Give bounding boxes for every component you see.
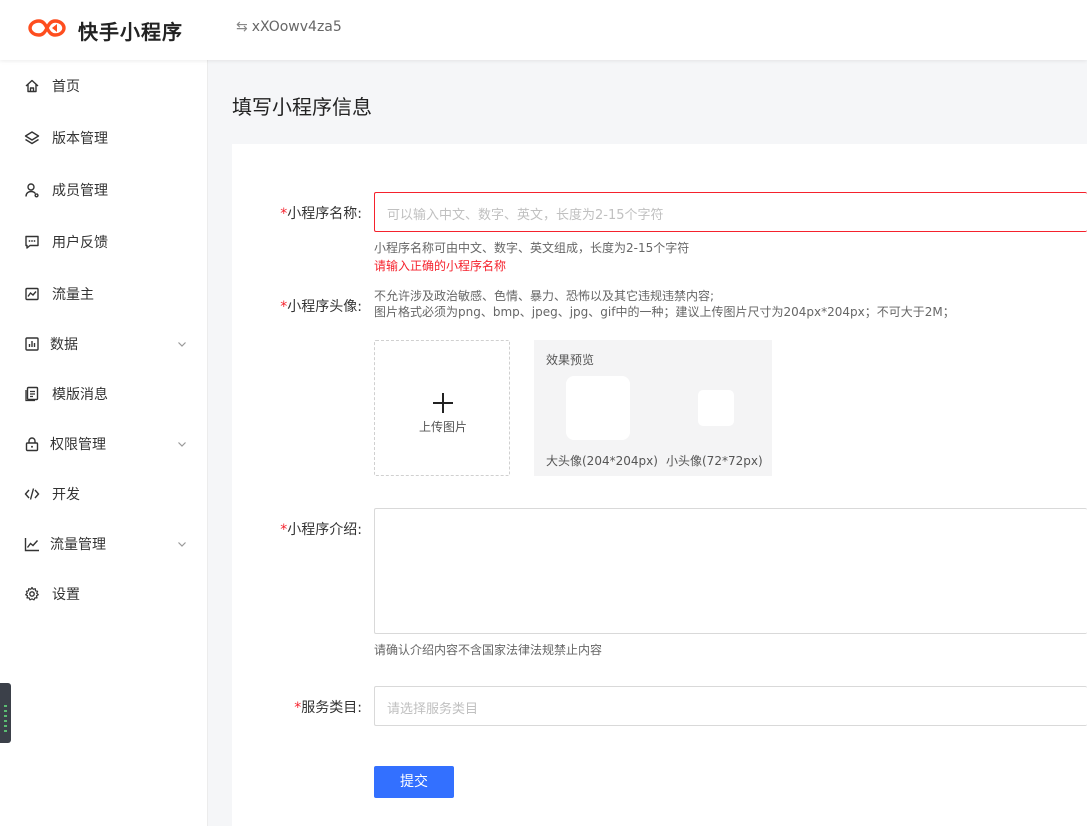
sidebar-item-label: 版本管理 [52,131,108,147]
message-icon [25,235,39,249]
app-switcher[interactable]: ⇆ xXOowv4za5 [236,19,342,35]
sidebar-item-label: 首页 [52,79,80,95]
intro-textarea[interactable] [374,508,1087,634]
sidebar-item-settings[interactable]: 设置 [0,574,208,614]
plus-icon [432,392,454,414]
name-input[interactable]: 可以输入中文、数字、英文，长度为2-15个字符 [374,192,1087,232]
sidebar-item-label: 成员管理 [52,183,108,199]
sidebar-item-permissions[interactable]: 权限管理 [0,424,208,464]
sidebar-item-traffic-management[interactable]: 流量管理 [0,524,208,564]
sidebar-item-data[interactable]: 数据 [0,324,208,364]
large-avatar-preview [566,376,630,440]
top-bar: 快手小程序 ⇆ xXOowv4za5 [0,0,1087,60]
sidebar-item-label: 权限管理 [50,437,106,453]
floating-side-widget[interactable] [0,683,11,743]
chevron-down-icon[interactable] [176,338,188,350]
sidebar-item-feedback[interactable]: 用户反馈 [0,222,208,262]
kuaishou-logo-icon[interactable] [28,17,66,39]
name-placeholder: 可以输入中文、数字、英文，长度为2-15个字符 [387,208,664,223]
chevron-down-icon[interactable] [176,438,188,450]
sidebar-item-home[interactable]: 首页 [0,66,208,106]
upload-label: 上传图片 [418,420,467,434]
sidebar-item-label: 用户反馈 [52,235,108,251]
avatar-label: *小程序头像: [280,299,362,315]
intro-label: *小程序介绍: [280,522,362,538]
avatar-upload-button[interactable]: 上传图片 [374,340,510,476]
avatar-format-text: 图片格式必须为png、bmp、jpeg、jpg、gif中的一种；建议上传图片尺寸… [374,305,955,319]
sidebar-item-label: 数据 [50,337,78,353]
lock-icon [25,437,39,452]
app-id: xXOowv4za5 [251,19,342,35]
sidebar-item-members[interactable]: 成员管理 [0,170,208,210]
category-select[interactable]: 请选择服务类目 [374,686,1087,726]
line-chart-icon [24,538,39,552]
sidebar-item-label: 设置 [52,587,80,603]
chevron-down-icon[interactable] [176,538,188,550]
sidebar: 首页 版本管理 成员管理 用户反馈 流量主 数据 模版消息 权限管理 开发 流量… [0,60,208,826]
small-avatar-label: 小头像(72*72px) [666,454,763,468]
gear-icon [25,586,39,601]
sidebar-item-develop[interactable]: 开发 [0,474,208,514]
page-title: 填写小程序信息 [232,95,372,119]
sidebar-item-traffic-owner[interactable]: 流量主 [0,274,208,314]
layers-icon [24,131,40,145]
sidebar-item-label: 流量管理 [50,537,106,553]
sidebar-item-versions[interactable]: 版本管理 [0,118,208,158]
sidebar-item-label: 开发 [52,487,80,503]
intro-help-text: 请确认介绍内容不含国家法律法规禁止内容 [374,643,603,657]
submit-button[interactable]: 提交 [374,766,454,798]
category-label: *服务类目: [294,700,362,716]
avatar-preview-panel: 效果预览 大头像(204*204px) 小头像(72*72px) [534,340,772,476]
small-avatar-preview [698,390,734,426]
home-icon [25,79,39,93]
brand-title: 快手小程序 [78,20,183,44]
name-label: *小程序名称: [280,206,362,222]
name-error-text: 请输入正确的小程序名称 [374,259,507,273]
name-help-text: 小程序名称可由中文、数字、英文组成，长度为2-15个字符 [374,241,690,255]
category-placeholder: 请选择服务类目 [387,702,479,717]
user-icon [25,183,39,198]
traffic-icon [25,287,39,301]
code-icon [24,488,40,500]
avatar-rule-text: 不允许涉及政治敏感、色情、暴力、恐怖以及其它违规违禁内容; [374,289,715,303]
bar-chart-icon [25,337,39,351]
sidebar-item-template-messages[interactable]: 模版消息 [0,374,208,414]
preview-title: 效果预览 [546,353,595,367]
sidebar-item-label: 模版消息 [52,387,108,403]
template-icon [25,386,39,402]
large-avatar-label: 大头像(204*204px) [546,454,658,468]
switch-icon[interactable]: ⇆ [236,19,248,35]
sidebar-item-label: 流量主 [52,287,94,303]
